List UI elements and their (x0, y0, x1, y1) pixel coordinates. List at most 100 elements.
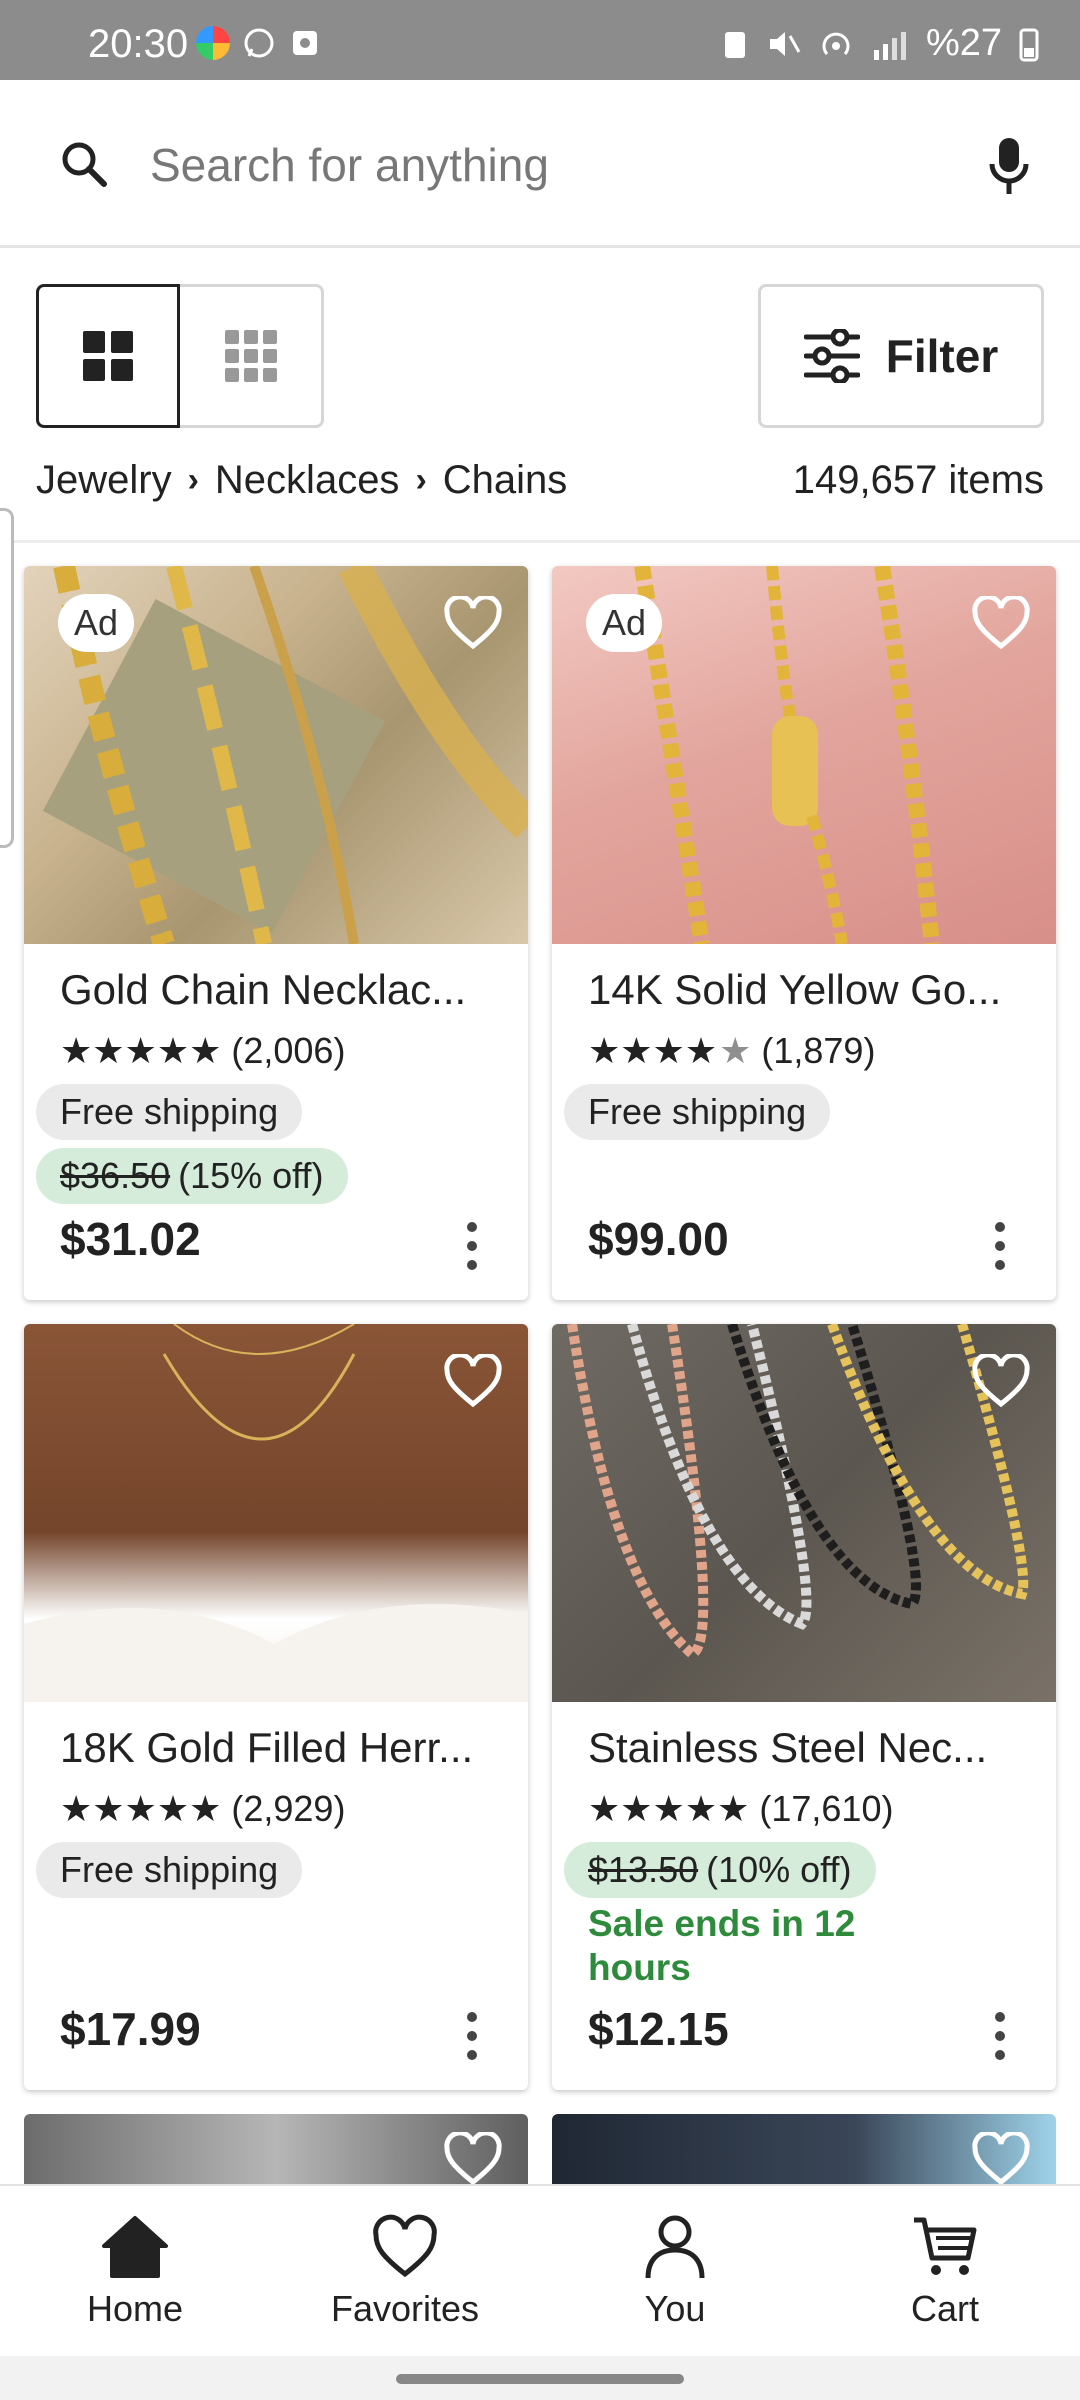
listing-details: 18K Gold Filled Herr... ★★★★★ (2,929) Fr… (24, 1702, 528, 2090)
home-gesture-bar[interactable] (396, 2374, 684, 2384)
signal-icon (873, 31, 906, 60)
review-count: (2,929) (231, 1788, 346, 1829)
star-rating-icon: ★★★★★ (60, 1788, 222, 1829)
status-system-icons: %27 (720, 22, 1040, 65)
hotspot-icon (822, 32, 850, 55)
listing-card-partial[interactable] (24, 2114, 528, 2186)
listing-image[interactable] (24, 1324, 528, 1702)
ad-badge: Ad (58, 594, 135, 652)
chevron-right-icon: › (415, 461, 427, 499)
breadcrumb-chains[interactable]: Chains (443, 458, 568, 503)
listing-title[interactable]: 18K Gold Filled Herr... (60, 1724, 473, 1772)
filter-sliders-icon (803, 329, 860, 383)
heart-icon (972, 2132, 1030, 2186)
listing-title[interactable]: Gold Chain Necklac... (60, 966, 466, 1014)
status-bar: 20:30 %27 (0, 0, 1080, 80)
star-rating-icon: ★★★★★ (60, 1030, 222, 1071)
filter-button[interactable]: Filter (758, 284, 1044, 428)
free-shipping-badge: Free shipping (564, 1084, 831, 1140)
star-rating-icon: ★★★★★ (588, 1788, 750, 1829)
breadcrumb-necklaces[interactable]: Necklaces (215, 458, 400, 503)
discount-percent: (15% off) (178, 1155, 324, 1196)
person-icon (645, 2215, 705, 2279)
listing-image[interactable] (552, 1324, 1056, 1702)
listing-card[interactable]: Ad Gold Chain Necklac... ★★★★★ (2,006) F… (24, 566, 528, 1300)
price: $17.99 (60, 2003, 201, 2055)
heart-icon (444, 1354, 502, 1408)
listing-card-partial[interactable] (552, 2114, 1056, 2186)
home-icon (102, 2216, 168, 2278)
microphone-icon[interactable] (984, 134, 1034, 198)
heart-icon (444, 596, 502, 650)
sale-countdown: Sale ends in 12 hours (588, 1903, 856, 1988)
nav-favorites-label: Favorites (330, 2288, 480, 2329)
more-options-button[interactable] (980, 1216, 1020, 1276)
nav-you-label: You (644, 2288, 706, 2329)
original-price: $36.50 (60, 1155, 171, 1196)
review-count: (1,879) (761, 1030, 876, 1071)
search-header (0, 80, 1080, 248)
divider (0, 540, 1080, 543)
listing-card[interactable]: Ad 14K Solid Yellow Go... ★★★★ ★ (1,879) … (552, 566, 1056, 1300)
browser-app-icon (196, 26, 230, 60)
discount-badge: $36.50 (15% off) (36, 1148, 348, 1204)
search-input[interactable] (150, 120, 930, 210)
discount-badge: $13.50 (10% off) (564, 1842, 876, 1898)
listing-image[interactable]: Ad (24, 566, 528, 944)
gesture-area (0, 2356, 1080, 2400)
more-options-button[interactable] (980, 2006, 1020, 2066)
large-grid-view-button[interactable] (36, 284, 180, 428)
more-options-button[interactable] (452, 1216, 492, 1276)
rating: ★★★★★ (2,929) (60, 1788, 345, 1830)
listing-details: 14K Solid Yellow Go... ★★★★ ★ (1,879) Fre… (552, 944, 1056, 1300)
discount-percent: (10% off) (706, 1849, 852, 1890)
chevron-right-icon: › (187, 461, 199, 499)
small-grid-view-button[interactable] (180, 284, 324, 428)
listing-title[interactable]: 14K Solid Yellow Go... (588, 966, 1001, 1014)
favorite-button[interactable] (436, 1344, 510, 1418)
heart-icon (972, 1354, 1030, 1408)
price: $12.15 (588, 2003, 729, 2055)
heart-icon (972, 596, 1030, 650)
small-grid-icon (224, 330, 277, 382)
listing-details: Stainless Steel Nec... ★★★★★ (17,610) $1… (552, 1702, 1056, 2090)
original-price: $13.50 (588, 1849, 699, 1890)
favorite-button[interactable] (436, 586, 510, 660)
view-toggle (36, 284, 324, 428)
favorite-button[interactable] (964, 586, 1038, 660)
rating: ★★★★★ (17,610) (588, 1788, 893, 1830)
item-count: 149,657 items (792, 458, 1044, 502)
notification-box-icon (293, 31, 317, 55)
review-count: (2,006) (231, 1030, 346, 1071)
rating: ★★★★ ★ (1,879) (588, 1030, 875, 1072)
listing-title[interactable]: Stainless Steel Nec... (588, 1724, 987, 1772)
heart-icon (373, 2214, 437, 2278)
price: $31.02 (60, 1213, 201, 1265)
nav-cart[interactable]: Cart (810, 2186, 1080, 2356)
listing-image[interactable]: Ad (552, 566, 1056, 944)
recycle-icon (724, 31, 745, 58)
favorite-button[interactable] (964, 2122, 1038, 2186)
free-shipping-badge: Free shipping (36, 1084, 303, 1140)
whatsapp-icon (244, 28, 274, 58)
ad-badge: Ad (586, 594, 663, 652)
listing-card[interactable]: 18K Gold Filled Herr... ★★★★★ (2,929) Fr… (24, 1324, 528, 2090)
favorite-button[interactable] (964, 1344, 1038, 1418)
heart-icon (444, 2132, 502, 2186)
large-grid-icon (83, 331, 133, 381)
nav-home[interactable]: Home (0, 2186, 270, 2356)
more-options-button[interactable] (452, 2006, 492, 2066)
favorite-button[interactable] (436, 2122, 510, 2186)
breadcrumb-jewelry[interactable]: Jewelry (36, 458, 172, 503)
price: $99.00 (588, 1213, 729, 1265)
search-icon[interactable] (58, 138, 110, 190)
nav-cart-label: Cart (910, 2288, 979, 2329)
listing-card[interactable]: Stainless Steel Nec... ★★★★★ (17,610) $1… (552, 1324, 1056, 2090)
filter-label: Filter (885, 330, 999, 382)
battery-percent: %27 (925, 22, 1002, 64)
nav-you[interactable]: You (540, 2186, 810, 2356)
edge-panel-handle[interactable] (0, 508, 14, 848)
nav-home-label: Home (86, 2288, 184, 2329)
nav-favorites[interactable]: Favorites (270, 2186, 540, 2356)
free-shipping-badge: Free shipping (36, 1842, 303, 1898)
